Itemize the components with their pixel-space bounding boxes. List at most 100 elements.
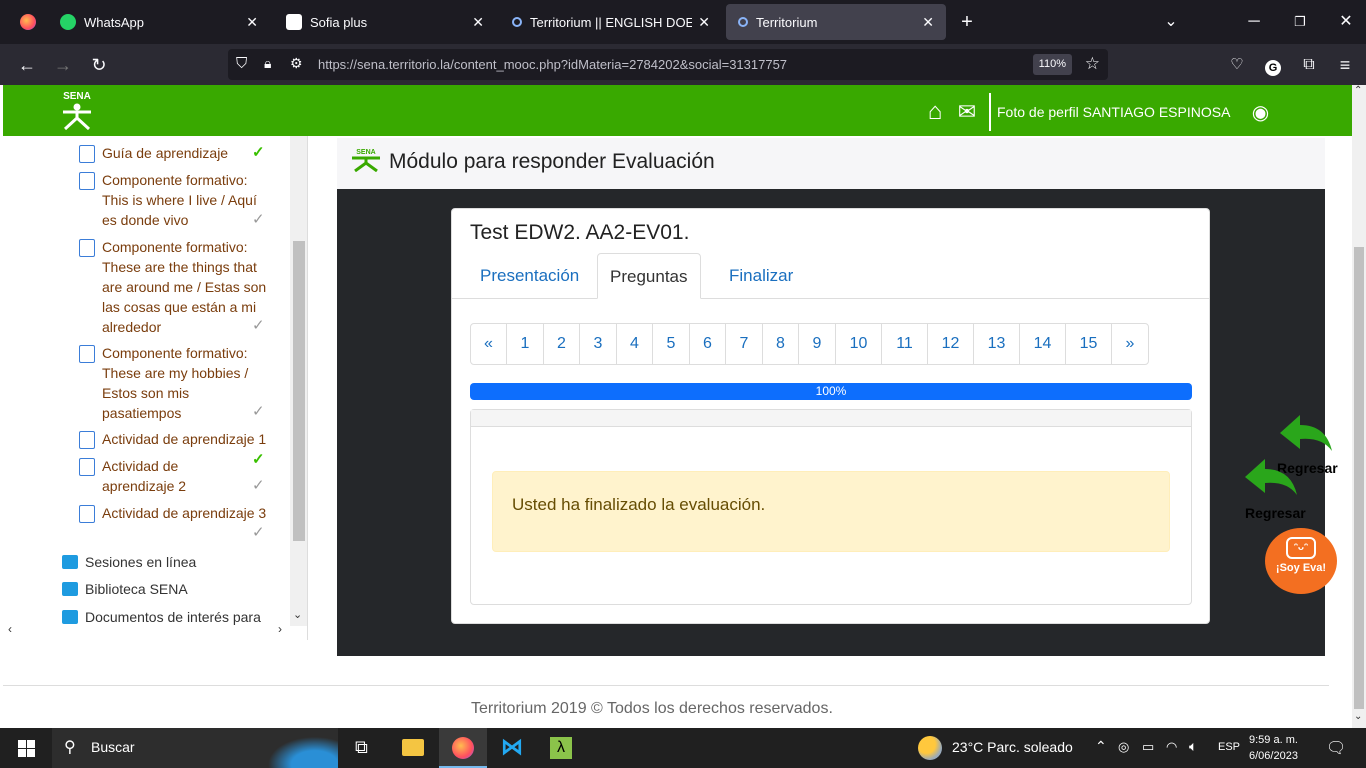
meet-now-icon[interactable]: ◎ [1118, 739, 1129, 755]
mail-icon[interactable]: ✉ [951, 99, 983, 125]
weather-text[interactable]: 23°C Parc. soleado [952, 739, 1073, 755]
system-clock[interactable]: 9:59 a. m. 6/06/2023 [1249, 732, 1298, 764]
zoom-level[interactable]: 110% [1032, 54, 1072, 75]
restore-icon[interactable]: ❐ [1286, 8, 1314, 36]
sena-icon: SENA [352, 149, 380, 172]
list-tabs-icon[interactable]: ⌄ [1157, 8, 1185, 36]
file-explorer-icon[interactable] [389, 728, 437, 768]
pagination-page[interactable]: 15 [1066, 324, 1112, 364]
firefox-icon [20, 14, 36, 30]
folder-icon [62, 582, 78, 596]
task-view-icon[interactable]: ⧉ [340, 728, 388, 768]
profile-name[interactable]: Foto de perfil SANTIAGO ESPINOSA [997, 104, 1230, 120]
scroll-down-icon[interactable]: ⌄ [1354, 711, 1362, 722]
tab-whatsapp[interactable]: WhatsApp ✕ [48, 4, 270, 40]
tab-preguntas[interactable]: Preguntas [597, 253, 701, 299]
pagination-next[interactable]: » [1112, 324, 1148, 364]
home-icon[interactable]: ⌂ [919, 98, 951, 126]
sena-figure-icon [63, 103, 91, 131]
language-indicator[interactable]: ESP [1218, 741, 1240, 753]
document-icon [79, 505, 95, 523]
new-tab-button[interactable]: + [953, 8, 981, 36]
pagination-page[interactable]: 6 [690, 324, 726, 364]
scroll-up-icon[interactable]: ⌃ [1354, 85, 1362, 96]
close-icon[interactable]: ✕ [246, 14, 258, 31]
taskbar-search[interactable]: ⚲ Buscar [52, 728, 338, 768]
close-icon[interactable]: ✕ [698, 14, 710, 31]
tab-territorium-english[interactable]: Territorium || ENGLISH DOES W… ✕ [500, 4, 722, 40]
pocket-icon[interactable]: ♡ [1224, 52, 1250, 78]
battery-icon[interactable]: ▭ [1142, 739, 1154, 755]
tab-sofia-plus[interactable]: Sofia plus ✕ [274, 4, 496, 40]
notifications-icon[interactable]: 🗨︎ [1326, 738, 1346, 758]
menu-icon[interactable]: ≡ [1332, 52, 1358, 78]
regresar-button-1[interactable] [1278, 413, 1338, 453]
weather-icon[interactable] [918, 736, 942, 760]
extensions-icon[interactable]: ⧉ [1296, 52, 1322, 78]
minimize-icon[interactable]: ─ [1240, 8, 1268, 36]
windows-start-icon[interactable] [18, 740, 35, 757]
firefox-taskbar-icon[interactable] [439, 728, 487, 768]
regresar-label[interactable]: Regresar [1245, 505, 1306, 521]
browser-tab-bar: WhatsApp ✕ Sofia plus ✕ Territorium || E… [0, 0, 1366, 44]
document-icon [79, 345, 95, 363]
pagination-page[interactable]: 9 [799, 324, 836, 364]
pagination-page[interactable]: 3 [580, 324, 617, 364]
permissions-icon[interactable]: ⚙ [290, 55, 303, 72]
reload-icon[interactable]: ↻ [86, 52, 112, 78]
window-close-icon[interactable]: ✕ [1332, 8, 1360, 36]
bookmark-star-icon[interactable]: ☆ [1085, 54, 1100, 74]
alert-text: Usted ha finalizado la evaluación. [512, 495, 766, 514]
close-icon[interactable]: ✕ [472, 14, 484, 31]
pagination-page[interactable]: 5 [653, 324, 690, 364]
tab-territorium[interactable]: Territorium ✕ [726, 4, 946, 40]
back-arrow-icon [1280, 415, 1332, 451]
eye-icon[interactable]: ◉ [1244, 100, 1276, 125]
volume-icon[interactable]: 🔈︎ [1189, 738, 1197, 755]
lambda-app-icon[interactable]: λ [537, 728, 585, 768]
url-text[interactable]: https://sena.territorio.la/content_mooc.… [318, 57, 787, 72]
pagination-page[interactable]: 2 [544, 324, 580, 364]
document-icon [79, 431, 95, 449]
lock-icon[interactable]: 🔒︎ [264, 55, 271, 72]
scrollbar-thumb[interactable] [293, 241, 305, 541]
back-icon[interactable]: ← [14, 52, 40, 78]
pagination-prev[interactable]: « [471, 324, 507, 364]
shield-icon[interactable]: ⛉ [236, 55, 247, 72]
tab-finalizar[interactable]: Finalizar [717, 253, 805, 299]
firefox-menu-tab[interactable] [8, 4, 44, 40]
sena-logo[interactable]: SENA [55, 89, 99, 131]
tab-presentacion[interactable]: Presentación [468, 253, 591, 299]
wifi-icon[interactable]: ◠ [1166, 739, 1177, 755]
eva-chat-button[interactable]: ᵔᴗᵔ ¡Soy Eva! [1265, 528, 1337, 594]
pagination-page[interactable]: 1 [507, 324, 544, 364]
pagination-page[interactable]: 4 [617, 324, 653, 364]
pagination-page[interactable]: 12 [928, 324, 974, 364]
scroll-left-icon[interactable]: ‹ [8, 622, 12, 636]
scrollbar-thumb[interactable] [1354, 247, 1364, 709]
pagination-page[interactable]: 10 [836, 324, 882, 364]
pagination-page[interactable]: 14 [1020, 324, 1066, 364]
page-vertical-scrollbar[interactable]: ⌃ ⌄ [1352, 85, 1366, 728]
sidebar-vertical-scrollbar[interactable]: ⌄ [290, 136, 307, 626]
scroll-down-icon[interactable]: ⌄ [293, 608, 302, 621]
tab-label: Sofia plus [310, 14, 368, 30]
scroll-right-icon[interactable]: › [278, 622, 282, 636]
check-icon: ✓ [252, 211, 265, 228]
vscode-icon[interactable]: ⋈ [488, 728, 536, 768]
progress-bar: 100% [470, 383, 1192, 400]
pagination-page[interactable]: 7 [726, 324, 763, 364]
close-icon[interactable]: ✕ [922, 14, 934, 31]
regresar-button-2[interactable] [1243, 457, 1303, 497]
folder-icon [62, 555, 78, 569]
pagination-page[interactable]: 8 [763, 324, 799, 364]
search-label: Buscar [91, 739, 135, 755]
clock-date: 6/06/2023 [1249, 750, 1298, 762]
pagination-page[interactable]: 13 [974, 324, 1020, 364]
forward-icon[interactable]: → [50, 52, 76, 78]
account-icon[interactable]: G [1260, 52, 1286, 78]
pagination-page[interactable]: 11 [882, 324, 928, 364]
sidebar-item-label: Guía de aprendizaje [102, 145, 229, 161]
chevron-up-icon[interactable]: ⌃ [1095, 738, 1107, 755]
url-bar[interactable]: ⛉ 🔒︎ ⚙ https://sena.territorio.la/conten… [228, 49, 1108, 80]
